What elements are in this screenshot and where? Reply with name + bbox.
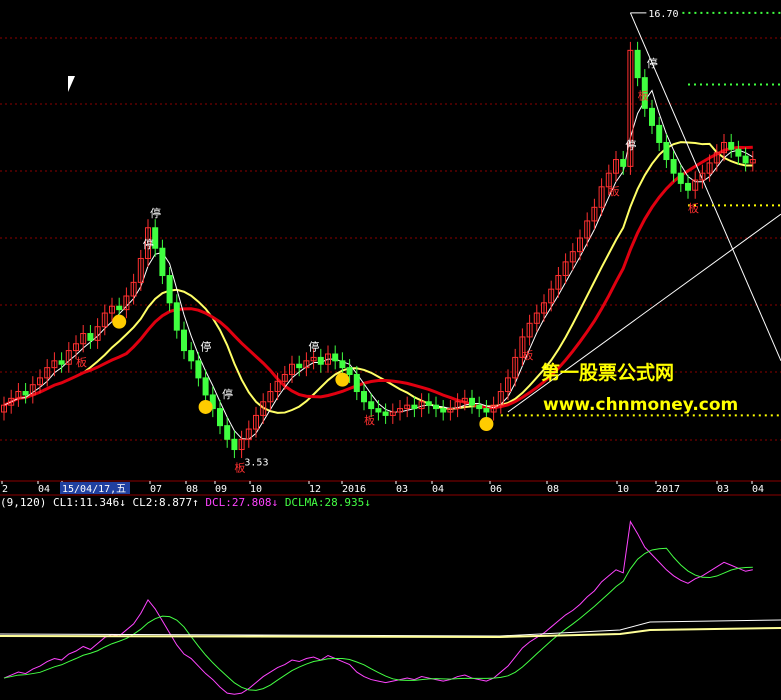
board-label: 板	[234, 461, 245, 475]
candle-body	[166, 275, 173, 304]
board-label: 板	[638, 89, 649, 103]
watermark-url: www.chnmoney.com	[543, 395, 739, 415]
candle-body	[411, 404, 418, 410]
smiley-icon	[335, 372, 350, 387]
candle-body	[649, 107, 655, 126]
high-price-label: 16.70	[648, 9, 678, 20]
candle-body	[677, 172, 684, 184]
limit-up-label: 停	[308, 339, 319, 353]
axis-tick-label: 10	[250, 484, 262, 495]
candle-body	[634, 49, 641, 79]
oscillator-legend: (9,120) CL1:11.346↓ CL2:8.877↑ DCL:27.80…	[0, 496, 371, 509]
dclma-line	[3, 547, 753, 691]
candle-body	[670, 159, 677, 174]
candle-body	[202, 377, 209, 396]
candle-body	[159, 247, 166, 277]
candle-body	[425, 401, 432, 406]
limit-up-label: 停	[150, 206, 161, 220]
candle-body	[173, 302, 180, 331]
cl1-line	[0, 619, 781, 637]
axis-tick-label: 07	[150, 484, 162, 495]
candle-body	[361, 391, 367, 403]
smiley-icon	[198, 399, 213, 414]
price-grid	[0, 37, 781, 496]
candle-body	[181, 329, 187, 352]
candle-body	[296, 363, 303, 369]
axis-tick-label: 08	[547, 484, 559, 495]
candle-body	[483, 408, 490, 413]
ma-white-line	[3, 89, 754, 440]
axis-tick-label: 04	[38, 484, 50, 495]
watermark-site-name: 第一股票公式网	[541, 362, 675, 384]
candle-body	[332, 353, 339, 362]
smiley-icon	[479, 417, 494, 431]
candle-body	[87, 333, 94, 341]
candle-body	[346, 367, 353, 375]
candle-body	[58, 360, 65, 365]
candle-body	[368, 401, 375, 410]
legend-item-cl1: CL1:11.346↓	[53, 496, 132, 509]
board-label: 板	[609, 184, 620, 198]
smiley-icon	[112, 314, 127, 329]
limit-up-label: 停	[143, 237, 154, 251]
axis-tick-label: 04	[432, 484, 444, 495]
axis-tick-label: 03	[717, 484, 729, 495]
candle-body	[656, 124, 663, 143]
axis-tick-label: 15/04/17,五	[62, 484, 126, 495]
candle-body	[317, 356, 324, 365]
axis-tick-label: 10	[617, 484, 629, 495]
candle-body	[469, 397, 475, 406]
board-label: 板	[688, 201, 699, 215]
axis-tick-label: 2	[2, 484, 8, 495]
board-label: 板	[76, 355, 87, 369]
legend-item-dclma: DCLMA:28.935↓	[285, 496, 371, 509]
limit-up-label: 停	[625, 138, 636, 152]
limit-up-label: 停	[200, 339, 211, 353]
limit-up-label: 停	[222, 387, 233, 401]
axis-tick-label: 12	[309, 484, 321, 495]
candle-body	[433, 404, 439, 410]
legend-item-cl2: CL2:8.877↑	[132, 496, 205, 509]
low-price-label: 3.53	[244, 458, 268, 469]
candle-body	[620, 159, 627, 167]
candle-body	[375, 408, 382, 413]
axis-tick-label: 2016	[342, 484, 366, 495]
board-label: 板	[522, 348, 533, 362]
dcl-line	[3, 520, 753, 695]
candle-body	[217, 408, 223, 427]
candle-body	[22, 391, 29, 396]
candle-body	[735, 148, 742, 157]
axis-tick-label: 2017	[656, 484, 680, 495]
candle-body	[224, 425, 231, 440]
candle-body	[231, 438, 238, 451]
candle-body	[353, 373, 360, 393]
limit-up-label: 停	[647, 56, 658, 70]
axis-tick-label: 06	[490, 484, 502, 495]
mouse-pointer-icon	[68, 76, 75, 92]
time-axis: 2 04 15/04/17,五 07 08 09 10 12 2016 03 04 06 08 10 201…	[1, 481, 764, 495]
candle-body	[728, 141, 735, 150]
candle-body	[663, 141, 670, 161]
axis-tick-label: 03	[396, 484, 408, 495]
board-label: 板	[364, 413, 375, 427]
oscillator-panel	[0, 520, 781, 695]
candle-body	[742, 155, 749, 164]
axis-tick-label: 09	[215, 484, 227, 495]
axis-tick-label: 04	[752, 484, 764, 495]
candle-body	[188, 350, 195, 362]
candle-body	[440, 408, 447, 413]
candle-body	[382, 411, 389, 416]
candle-body	[116, 305, 123, 311]
candle-body	[476, 404, 483, 410]
candle-body	[195, 360, 202, 379]
candle-body	[685, 182, 691, 191]
stock-chart[interactable]: 停停停停停停停16.703.53板板板板板板板 2 04 15/04/17,五 07 0…	[0, 0, 781, 700]
legend-item-dcl: DCL:27.808↓	[205, 496, 284, 509]
axis-tick-label: 08	[186, 484, 198, 495]
candle-body	[339, 360, 346, 369]
